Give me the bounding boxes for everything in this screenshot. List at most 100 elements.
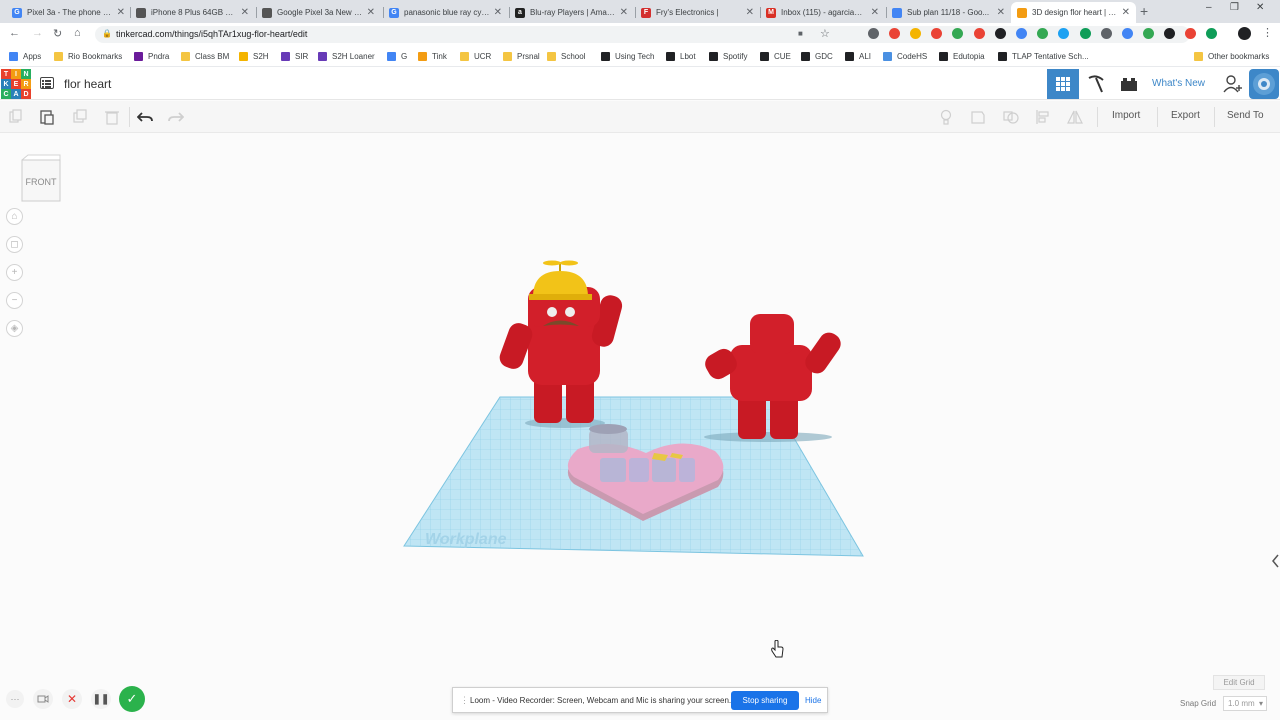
browser-menu-icon[interactable]: ⋮ <box>1262 26 1273 39</box>
restore-icon[interactable]: ❐ <box>1230 2 1239 13</box>
mirror-icon[interactable] <box>1067 109 1083 125</box>
minimize-icon[interactable]: – <box>1206 2 1212 13</box>
bookmark-item[interactable]: G <box>387 50 407 63</box>
loom-pause-button[interactable]: ❚❚ <box>91 689 111 709</box>
forward-icon[interactable]: → <box>32 27 43 39</box>
3d-view-button[interactable] <box>1047 69 1079 99</box>
extension-icon[interactable] <box>1206 28 1217 39</box>
extension-icon[interactable] <box>868 28 879 39</box>
loom-more-button[interactable]: ⋯ <box>6 690 24 708</box>
extension-icon[interactable] <box>974 28 985 39</box>
bookmark-item[interactable]: Rio Bookmarks <box>54 50 122 63</box>
browser-tab[interactable]: iPhone 8 Plus 64GB Sp... ✕ <box>130 2 255 23</box>
bookmark-item[interactable]: Class BM <box>181 50 229 63</box>
drag-handle-icon[interactable]: ⋮ <box>460 695 469 706</box>
design-title[interactable]: flor heart <box>64 77 111 91</box>
3d-workspace[interactable]: FRONT ⌂ ◻ + − ◈ Workplane <box>0 134 1280 720</box>
close-tab-icon[interactable]: ✕ <box>367 7 375 18</box>
browser-tab[interactable]: G Pixel 3a - The phone th... ✕ <box>6 2 131 23</box>
zoom-in-button[interactable]: + <box>6 264 23 281</box>
close-tab-icon[interactable]: ✕ <box>871 7 879 18</box>
loom-cancel-button[interactable]: ✕ <box>62 689 82 709</box>
bookmark-item[interactable]: GDC <box>801 50 833 63</box>
browser-tab[interactable]: 3D design flor heart | T... ✕ <box>1011 2 1136 23</box>
loom-camera-button[interactable] <box>33 689 53 709</box>
user-avatar[interactable] <box>1249 69 1279 99</box>
whats-new-link[interactable]: What's New <box>1152 78 1205 89</box>
camera-icon[interactable]: ■ <box>798 29 803 38</box>
extension-icon[interactable] <box>1122 28 1133 39</box>
bookmark-item[interactable]: Edutopia <box>939 50 985 63</box>
bookmark-item[interactable]: Apps <box>9 50 41 63</box>
perspective-button[interactable]: ◈ <box>6 320 23 337</box>
browser-tab[interactable]: a Blu-ray Players | Amazo... ✕ <box>509 2 634 23</box>
delete-icon[interactable] <box>104 109 120 125</box>
close-tab-icon[interactable]: ✕ <box>117 7 125 18</box>
bookmark-item[interactable]: SIR <box>281 50 308 63</box>
close-tab-icon[interactable]: ✕ <box>1122 7 1130 18</box>
back-icon[interactable]: ← <box>9 27 20 39</box>
close-tab-icon[interactable]: ✕ <box>746 7 754 18</box>
edit-grid-button[interactable]: Edit Grid <box>1213 675 1265 690</box>
collapse-panel-icon[interactable] <box>1270 553 1280 569</box>
close-window-icon[interactable]: ✕ <box>1256 2 1264 13</box>
view-cube[interactable]: FRONT <box>20 154 62 202</box>
send-to-button[interactable]: Send To <box>1227 110 1264 121</box>
bookmark-item[interactable]: Tink <box>418 50 447 63</box>
extension-icon[interactable] <box>1101 28 1112 39</box>
bookmark-item[interactable]: CUE <box>760 50 791 63</box>
close-tab-icon[interactable]: ✕ <box>997 7 1005 18</box>
bookmark-item[interactable]: TLAP Tentative Sch... <box>998 50 1089 63</box>
extension-icon[interactable] <box>1058 28 1069 39</box>
new-tab-button[interactable]: + <box>1140 3 1148 19</box>
bookmark-item[interactable]: Prsnal <box>503 50 540 63</box>
extension-icon[interactable] <box>1080 28 1091 39</box>
group-icon[interactable] <box>1003 109 1019 125</box>
bricks-button[interactable] <box>1113 69 1145 99</box>
bookmark-item[interactable]: Spotify <box>709 50 747 63</box>
extension-icon[interactable] <box>1037 28 1048 39</box>
browser-tab[interactable]: Google Pixel 3a New Lo... ✕ <box>256 2 381 23</box>
bookmark-item[interactable]: Pndra <box>134 50 169 63</box>
bookmark-item[interactable]: CodeHS <box>883 50 927 63</box>
browser-tab[interactable]: F Fry's Electronics | ✕ <box>635 2 760 23</box>
extension-icon[interactable] <box>910 28 921 39</box>
fit-view-button[interactable]: ◻ <box>6 236 23 253</box>
invite-user-button[interactable] <box>1217 69 1249 99</box>
export-button[interactable]: Export <box>1171 110 1200 121</box>
browser-tab[interactable]: Gpanasonic blue ray cyb... ✕ <box>383 2 508 23</box>
close-tab-icon[interactable]: ✕ <box>620 7 628 18</box>
duplicate-icon[interactable] <box>72 109 88 125</box>
bookmark-item[interactable]: Using Tech <box>601 50 654 63</box>
undo-icon[interactable] <box>137 109 153 125</box>
zoom-out-button[interactable]: − <box>6 292 23 309</box>
light-bulb-icon[interactable] <box>938 109 954 125</box>
bookmark-item[interactable]: UCR <box>460 50 491 63</box>
design-list-icon[interactable] <box>40 77 54 89</box>
extension-icon[interactable] <box>931 28 942 39</box>
extension-icon[interactable] <box>1016 28 1027 39</box>
tinkercad-logo[interactable]: TINKERCAD <box>1 69 31 99</box>
bookmark-item[interactable]: School <box>547 50 585 63</box>
bookmark-star-icon[interactable]: ☆ <box>820 27 830 40</box>
align-icon[interactable] <box>1035 109 1051 125</box>
snap-grid-select[interactable]: 1.0 mm ▾ <box>1223 696 1267 711</box>
bookmark-item[interactable]: Lbot <box>666 50 696 63</box>
extension-icon[interactable] <box>952 28 963 39</box>
bookmark-item[interactable]: Other bookmarks <box>1194 50 1269 63</box>
import-button[interactable]: Import <box>1112 110 1140 121</box>
browser-tab[interactable]: M Inbox (115) - agarcia@... ✕ <box>760 2 885 23</box>
hide-button[interactable]: Hide <box>805 696 821 705</box>
stop-sharing-button[interactable]: Stop sharing <box>731 691 799 710</box>
bookmark-item[interactable]: S2H <box>239 50 269 63</box>
scene-view[interactable]: Workplane <box>400 259 870 564</box>
redo-icon[interactable] <box>168 109 184 125</box>
paste-icon[interactable] <box>39 109 55 125</box>
home-icon[interactable]: ⌂ <box>74 27 81 39</box>
profile-avatar[interactable] <box>1238 27 1251 40</box>
bookmark-item[interactable]: ALI <box>845 50 871 63</box>
extension-icon[interactable] <box>995 28 1006 39</box>
loom-finish-button[interactable]: ✓ <box>119 686 145 712</box>
browser-tab[interactable]: Sub plan 11/18 - Goo... ✕ <box>886 2 1011 23</box>
close-tab-icon[interactable]: ✕ <box>494 7 502 18</box>
